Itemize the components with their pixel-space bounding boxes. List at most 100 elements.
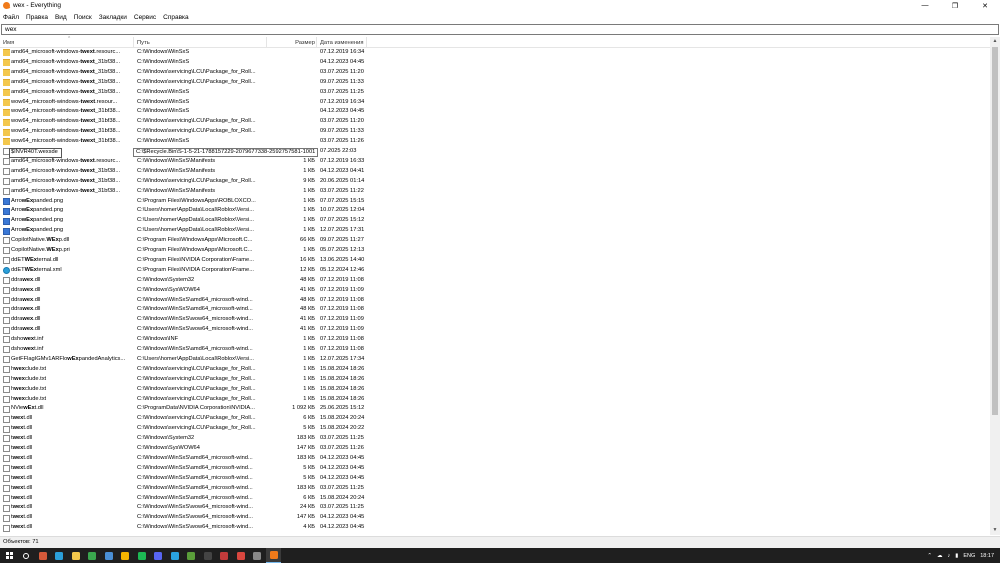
vpn-icon[interactable] bbox=[217, 548, 232, 563]
result-row[interactable]: ArrowExpanded.png C:\Users\homer\AppData\… bbox=[0, 226, 990, 236]
result-row[interactable]: amd64_microsoft-windows-twext_31bf38... C… bbox=[0, 68, 990, 78]
rename-field[interactable]: $INVR40T.wexsde bbox=[9, 148, 62, 158]
column-name-header[interactable]: Имя ⌃ bbox=[3, 36, 133, 48]
scrollbar-thumb[interactable] bbox=[992, 47, 998, 415]
result-row[interactable]: wow64_microsoft-windows-twext_31bf38... C… bbox=[0, 117, 990, 127]
result-row[interactable]: hwexclude.txt C:\Windows\servicing\LCU\Pa… bbox=[0, 365, 990, 375]
scroll-up-icon[interactable]: ▲ bbox=[990, 37, 1000, 46]
result-row[interactable]: dshowext.inf C:\Windows\WinSxS\amd64_micr… bbox=[0, 345, 990, 355]
result-row[interactable]: twext.dll C:\Windows\WinSxS\amd64_microso… bbox=[0, 474, 990, 484]
result-row[interactable]: amd64_microsoft-windows-twext_31bf38... C… bbox=[0, 187, 990, 197]
result-row[interactable]: amd64_microsoft-windows-twext_31bf38... C… bbox=[0, 167, 990, 177]
result-row[interactable]: ddrawex.dll C:\Windows\WinSxS\amd64_micro… bbox=[0, 305, 990, 315]
chrome-icon[interactable] bbox=[118, 548, 133, 563]
store-icon[interactable] bbox=[101, 548, 116, 563]
result-row[interactable]: amd64_microsoft-windows-twext.resourc...… bbox=[0, 48, 990, 58]
result-row[interactable]: wow64_microsoft-windows-twext_31bf38... C… bbox=[0, 127, 990, 137]
app-icon[interactable] bbox=[85, 548, 100, 563]
menu-view[interactable]: Вид bbox=[55, 14, 67, 21]
result-row[interactable]: twext.dll C:\Windows\servicing\LCU\Packag… bbox=[0, 414, 990, 424]
result-row[interactable]: ddrawex.dll C:\Windows\SysWOW64 41 КБ 07.12… bbox=[0, 286, 990, 296]
menu-file[interactable]: Файл bbox=[3, 14, 19, 21]
minecraft-icon[interactable] bbox=[184, 548, 199, 563]
keyboard-language[interactable]: ENG bbox=[963, 553, 975, 559]
explorer-icon[interactable] bbox=[68, 548, 83, 563]
result-row[interactable]: ddETWExternal.dll C:\Program Files\NVIDIA… bbox=[0, 256, 990, 266]
volume-icon[interactable]: ♪ bbox=[948, 553, 951, 559]
column-size-header[interactable]: Размер bbox=[268, 37, 315, 48]
result-row[interactable]: wow64_microsoft-windows-twext.resour... C… bbox=[0, 98, 990, 108]
result-row[interactable]: ddrawex.dll C:\Windows\WinSxS\wow64_micro… bbox=[0, 325, 990, 335]
result-row[interactable]: hwexclude.txt C:\Windows\servicing\LCU\Pa… bbox=[0, 385, 990, 395]
result-row[interactable]: twext.dll C:\Windows\WinSxS\wow64_microso… bbox=[0, 523, 990, 533]
result-row[interactable]: hwexclude.txt C:\Windows\servicing\LCU\Pa… bbox=[0, 395, 990, 405]
name-prefix: ddra bbox=[11, 276, 23, 283]
result-row[interactable]: twext.dll C:\Windows\WinSxS\wow64_microso… bbox=[0, 513, 990, 523]
telegram-icon[interactable] bbox=[167, 548, 182, 563]
everything-icon[interactable] bbox=[266, 548, 281, 563]
result-row[interactable]: twext.dll C:\Windows\SysWOW64 147 КБ 03.07.… bbox=[0, 444, 990, 454]
result-row[interactable]: ArrowExpanded.png C:\Users\homer\AppData\… bbox=[0, 206, 990, 216]
column-divider[interactable] bbox=[266, 37, 267, 48]
result-row[interactable]: wow64_microsoft-windows-twext_31bf38... C… bbox=[0, 137, 990, 147]
result-row[interactable]: CopilotNative.WExp.dll C:\Program Files\W… bbox=[0, 236, 990, 246]
result-row[interactable]: twext.dll C:\Windows\WinSxS\amd64_microso… bbox=[0, 494, 990, 504]
start-button[interactable] bbox=[2, 548, 17, 563]
edge-icon[interactable] bbox=[52, 548, 67, 563]
copilot-icon[interactable] bbox=[35, 548, 50, 563]
discord-icon[interactable] bbox=[151, 548, 166, 563]
spotify-icon[interactable] bbox=[134, 548, 149, 563]
result-row[interactable]: GetFFlagIGMv1ARFlowExpandedAnalytics... C… bbox=[0, 355, 990, 365]
menu-edit[interactable]: Правка bbox=[26, 14, 48, 21]
scroll-down-icon[interactable]: ▼ bbox=[990, 526, 1000, 535]
network-icon[interactable]: ☁ bbox=[937, 553, 943, 559]
chevron-up-icon[interactable]: ⌃ bbox=[927, 553, 932, 559]
result-row[interactable]: CopilotNative.WExp.pri C:\Program Files\W… bbox=[0, 246, 990, 256]
terminal-icon[interactable] bbox=[200, 548, 215, 563]
result-row[interactable]: ddrawex.dll C:\Windows\System32 48 КБ 07.12… bbox=[0, 276, 990, 286]
menu-help[interactable]: Справка bbox=[163, 14, 189, 21]
menu-search[interactable]: Поиск bbox=[74, 14, 92, 21]
column-date-header[interactable]: Дата изменения bbox=[320, 37, 385, 48]
result-row[interactable]: NViewExt.dll C:\ProgramData\NVIDIA Corpor… bbox=[0, 404, 990, 414]
result-row[interactable]: twext.dll C:\Windows\System32 183 КБ 03.07.… bbox=[0, 434, 990, 444]
result-row[interactable]: ddrawex.dll C:\Windows\WinSxS\wow64_micro… bbox=[0, 315, 990, 325]
result-row[interactable]: ArrowExpanded.png C:\Users\homer\AppData\… bbox=[0, 216, 990, 226]
search-icon[interactable] bbox=[19, 548, 34, 563]
photo-icon[interactable] bbox=[250, 548, 265, 563]
result-date: 07.12.2019 11:08 bbox=[320, 276, 364, 283]
result-date: 15.08.2024 18:26 bbox=[320, 365, 365, 372]
clock[interactable]: 18:17 bbox=[980, 553, 994, 559]
menu-tools[interactable]: Сервис bbox=[134, 14, 156, 21]
result-row[interactable]: ddrawex.dll C:\Windows\WinSxS\amd64_micro… bbox=[0, 296, 990, 306]
media-icon[interactable] bbox=[233, 548, 248, 563]
result-row[interactable]: amd64_microsoft-windows-twext_31bf38... C… bbox=[0, 58, 990, 68]
column-divider[interactable] bbox=[133, 37, 134, 48]
column-divider[interactable] bbox=[316, 37, 317, 48]
window-title: wex - Everything bbox=[13, 2, 62, 9]
result-row[interactable]: amd64_microsoft-windows-twext_31bf38... C… bbox=[0, 78, 990, 88]
maximize-button[interactable]: ❐ bbox=[940, 0, 970, 11]
result-row[interactable]: twext.dll C:\Windows\WinSxS\wow64_microso… bbox=[0, 503, 990, 513]
battery-icon[interactable]: ▮ bbox=[955, 553, 958, 559]
result-row[interactable]: wow64_microsoft-windows-twext_31bf38... C… bbox=[0, 107, 990, 117]
result-row[interactable]: amd64_microsoft-windows-twext_31bf38... C… bbox=[0, 177, 990, 187]
column-divider[interactable] bbox=[366, 37, 367, 48]
result-row[interactable]: ddETWExternal.xml C:\Program Files\NVIDIA… bbox=[0, 266, 990, 276]
result-row[interactable]: amd64_microsoft-windows-twext_31bf38... C… bbox=[0, 88, 990, 98]
column-path-header[interactable]: Путь bbox=[137, 37, 267, 48]
result-row[interactable]: twext.dll C:\Windows\WinSxS\amd64_microso… bbox=[0, 464, 990, 474]
result-row[interactable]: twext.dll C:\Windows\WinSxS\amd64_microso… bbox=[0, 454, 990, 464]
result-row[interactable]: ArrowExpanded.png C:\Program Files\Window… bbox=[0, 197, 990, 207]
result-row[interactable]: amd64_microsoft-windows-twext.resourc...… bbox=[0, 157, 990, 167]
close-button[interactable]: ✕ bbox=[970, 0, 1000, 11]
result-row[interactable]: twext.dll C:\Windows\WinSxS\amd64_microso… bbox=[0, 484, 990, 494]
result-row[interactable]: hwexclude.txt C:\Windows\servicing\LCU\Pa… bbox=[0, 375, 990, 385]
result-row[interactable]: dshowext.inf C:\Windows\INF 1 КБ 07.12.2019… bbox=[0, 335, 990, 345]
vertical-scrollbar[interactable]: ▲ ▼ bbox=[990, 37, 1000, 535]
result-row[interactable]: twext.dll C:\Windows\servicing\LCU\Packag… bbox=[0, 424, 990, 434]
search-input[interactable]: wex bbox=[1, 24, 999, 35]
minimize-button[interactable]: — bbox=[910, 0, 940, 11]
folder-icon bbox=[3, 118, 10, 126]
menu-bookmarks[interactable]: Закладки bbox=[99, 14, 127, 21]
